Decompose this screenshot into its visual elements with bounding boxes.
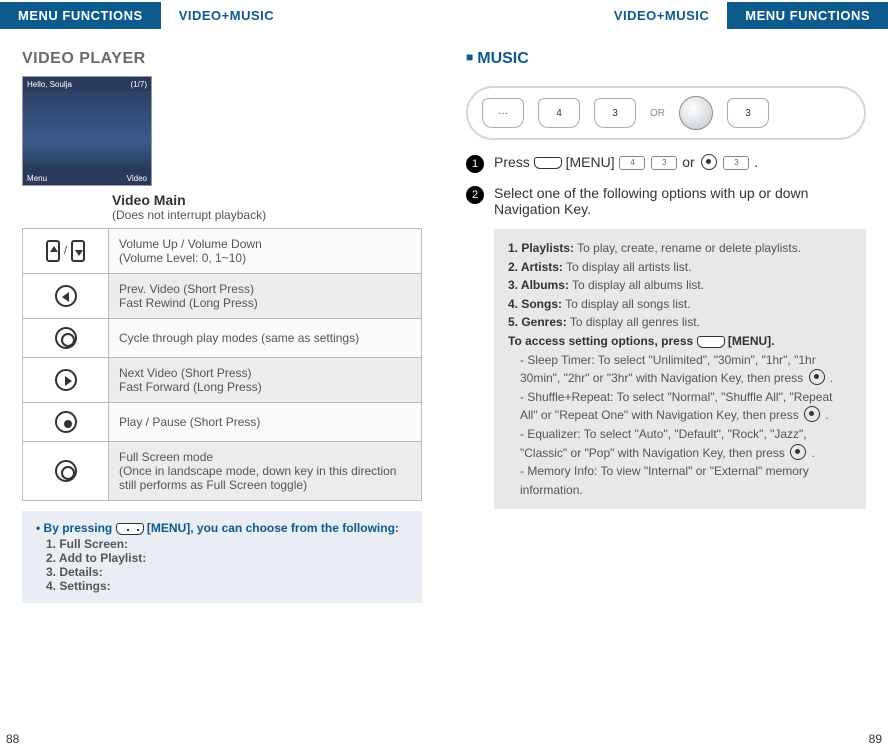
softkey-icon <box>534 157 562 169</box>
video-main-title: Video Main <box>112 192 422 208</box>
controls-table: / Volume Up / Volume Down (Volume Level:… <box>22 228 422 501</box>
opt-genres: 5. Genres: <box>508 315 567 329</box>
page-left: MENU FUNCTIONS VIDEO+MUSIC VIDEO PLAYER … <box>0 0 444 754</box>
tab-menu-functions: MENU FUNCTIONS <box>0 2 161 29</box>
jog-icon <box>679 96 713 130</box>
opt-fullscreen: 1. Full Screen: <box>46 537 408 551</box>
sub-memory-info: - Memory Info: To view "Internal" or "Ex… <box>508 462 852 499</box>
screenshot-title: Hello, Soulja <box>27 80 72 89</box>
manual-spread: MENU FUNCTIONS VIDEO+MUSIC VIDEO PLAYER … <box>0 0 888 754</box>
key-4-icon: 4 <box>538 98 580 128</box>
key-4-small-icon: 4 <box>619 156 645 170</box>
sub-sleep-timer: - Sleep Timer: To select "Unlimited", "3… <box>508 351 852 388</box>
step-num-2: 2 <box>466 186 484 204</box>
step-num-1: 1 <box>466 155 484 173</box>
section-music: ■MUSIC <box>466 50 866 68</box>
softkey-icon <box>697 336 725 348</box>
screenshot-softkey-right: Video <box>127 174 147 183</box>
next-icon <box>23 358 109 403</box>
header-right: VIDEO+MUSIC MENU FUNCTIONS <box>444 0 888 30</box>
video-main-block: Video Main (Does not interrupt playback) <box>112 192 422 222</box>
prev-icon <box>23 274 109 319</box>
opt-details: 3. Details: <box>46 565 408 579</box>
subtitle-video-music-r: VIDEO+MUSIC <box>596 2 727 29</box>
jog-small-icon <box>701 154 717 170</box>
step-1: 1 Press [MENU] 4 3 or 3 . <box>466 154 866 173</box>
section-video-player: VIDEO PLAYER <box>22 50 422 68</box>
opt-add-playlist: 2. Add to Playlist: <box>46 551 408 565</box>
subtitle-video-music: VIDEO+MUSIC <box>161 2 292 29</box>
row-cycle: Cycle through play modes (same as settin… <box>109 319 422 358</box>
steps-list: 1 Press [MENU] 4 3 or 3 . 2 Select one o… <box>466 154 866 217</box>
row-playpause: Play / Pause (Short Press) <box>109 403 422 442</box>
page-number-right: 89 <box>869 732 882 746</box>
menu-options-note: • By pressing [MENU], you can choose fro… <box>22 511 422 603</box>
ok-button-icon <box>790 444 806 460</box>
opt-albums: 3. Albums: <box>508 278 569 292</box>
opt-artists: 2. Artists: <box>508 260 563 274</box>
screenshot-count: (1/7) <box>131 80 147 89</box>
header-left: MENU FUNCTIONS VIDEO+MUSIC <box>0 0 444 30</box>
music-options-box: 1. Playlists: To play, create, rename or… <box>494 229 866 509</box>
sub-shuffle-repeat: - Shuffle+Repeat: To select "Normal", "S… <box>508 388 852 425</box>
tab-menu-functions-r: MENU FUNCTIONS <box>727 2 888 29</box>
or-label: OR <box>650 108 665 119</box>
ok-button-icon <box>804 406 820 422</box>
playpause-icon <box>23 403 109 442</box>
video-screenshot: Hello, Soulja (1/7) Menu Video <box>22 76 152 186</box>
ok-button-icon <box>809 369 825 385</box>
key-3-icon: 3 <box>594 98 636 128</box>
step-2: 2 Select one of the following options wi… <box>466 185 866 217</box>
fullscreen-icon <box>23 442 109 501</box>
key-3b-icon: 3 <box>727 98 769 128</box>
softkey-icon <box>116 523 144 535</box>
note-lead-a: By pressing <box>44 521 116 535</box>
page-number-left: 88 <box>6 732 19 746</box>
key-3-small-icon: 3 <box>651 156 677 170</box>
key-sequence-strip: ··· 4 3 OR 3 <box>466 86 866 140</box>
sub-equalizer: - Equalizer: To select "Auto", "Default"… <box>508 425 852 462</box>
access-settings-label: To access setting options, press <box>508 334 697 348</box>
key-3c-small-icon: 3 <box>723 156 749 170</box>
cycle-icon <box>23 319 109 358</box>
video-main-sub: (Does not interrupt playback) <box>112 208 422 222</box>
softkey-left-icon: ··· <box>482 98 524 128</box>
row-next: Next Video (Short Press) Fast Forward (L… <box>109 358 422 403</box>
square-bullet-icon: ■ <box>466 50 473 64</box>
note-lead-b: [MENU], you can choose from the followin… <box>144 521 399 535</box>
opt-settings: 4. Settings: <box>46 579 408 593</box>
screenshot-softkey-left: Menu <box>27 174 47 183</box>
volume-keys-icon: / <box>23 229 109 274</box>
row-prev: Prev. Video (Short Press) Fast Rewind (L… <box>109 274 422 319</box>
page-right: VIDEO+MUSIC MENU FUNCTIONS ■MUSIC ··· 4 … <box>444 0 888 754</box>
opt-songs: 4. Songs: <box>508 297 562 311</box>
opt-playlists: 1. Playlists: <box>508 241 574 255</box>
row-volume: Volume Up / Volume Down (Volume Level: 0… <box>109 229 422 274</box>
row-fullscreen: Full Screen mode (Once in landscape mode… <box>109 442 422 501</box>
